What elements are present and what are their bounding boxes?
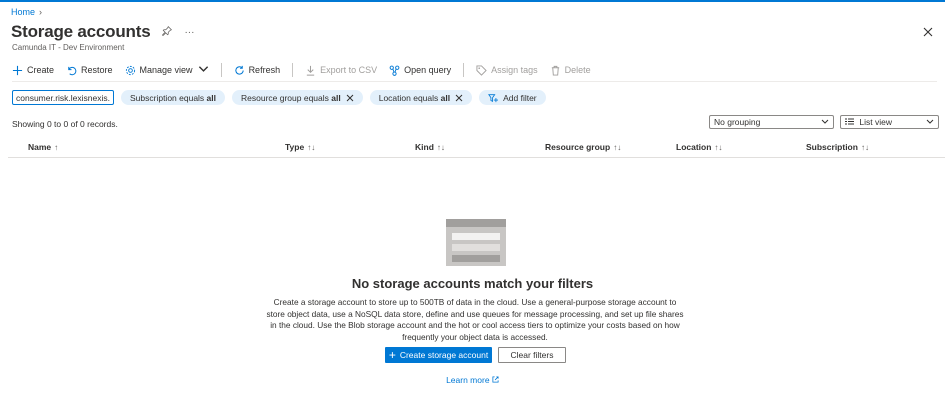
open-query-label: Open query bbox=[404, 65, 452, 75]
chevron-right-icon: › bbox=[39, 7, 43, 17]
restore-icon bbox=[68, 66, 77, 75]
add-filter-label: Add filter bbox=[503, 92, 537, 103]
manage-view-label: Manage view bbox=[139, 65, 193, 75]
title-row: Storage accounts ··· bbox=[11, 22, 194, 42]
page-subtitle: Camunda IT - Dev Environment bbox=[12, 43, 125, 52]
restore-label: Restore bbox=[81, 65, 113, 75]
column-header-resource-group[interactable]: Resource group ↑↓ bbox=[545, 142, 621, 152]
open-query-button[interactable]: Open query bbox=[389, 65, 451, 76]
export-csv-button[interactable]: Export to CSV bbox=[305, 65, 377, 76]
toolbar-divider bbox=[12, 81, 937, 82]
assign-tags-button[interactable]: Assign tags bbox=[476, 64, 538, 76]
plus-icon bbox=[12, 65, 23, 75]
filter-search-input[interactable] bbox=[12, 90, 114, 105]
create-button[interactable]: Create bbox=[12, 65, 54, 76]
refresh-label: Refresh bbox=[248, 65, 281, 75]
toolbar-separator bbox=[220, 63, 222, 77]
restore-button[interactable]: Restore bbox=[66, 65, 113, 76]
column-header-location[interactable]: Location ↑↓ bbox=[676, 142, 722, 152]
subscription-filter-pill[interactable]: Subscription equals all bbox=[121, 90, 225, 105]
clear-filters-button[interactable]: Clear filters bbox=[498, 347, 566, 363]
pill-label: Subscription equals all bbox=[130, 92, 216, 103]
more-icon[interactable]: ··· bbox=[184, 27, 194, 38]
learn-more-link[interactable]: Learn more bbox=[0, 375, 945, 385]
refresh-icon bbox=[234, 65, 244, 75]
column-header-subscription[interactable]: Subscription ↑↓ bbox=[806, 142, 869, 152]
top-accent-line bbox=[0, 0, 945, 2]
view-selected: List view bbox=[859, 117, 892, 127]
table-header: Name ↑ Type ↑↓ Kind ↑↓ Resource group ↑↓ Loc… bbox=[8, 140, 945, 158]
plus-icon: + bbox=[388, 348, 396, 362]
sort-icon: ↑↓ bbox=[613, 143, 622, 152]
list-icon bbox=[845, 118, 854, 125]
create-storage-account-button[interactable]: + Create storage account bbox=[385, 347, 492, 363]
delete-button[interactable]: Delete bbox=[550, 65, 591, 76]
chevron-down-icon bbox=[926, 119, 934, 124]
create-storage-account-label: Create storage account bbox=[399, 350, 489, 360]
empty-state-title: No storage accounts match your filters bbox=[351, 276, 594, 291]
toolbar-separator bbox=[463, 63, 465, 77]
toolbar-separator bbox=[292, 63, 294, 77]
learn-more-label: Learn more bbox=[446, 375, 490, 385]
empty-state-description: Create a storage account to store up to … bbox=[266, 297, 684, 342]
assign-tags-label: Assign tags bbox=[491, 65, 538, 75]
chevron-down-icon bbox=[821, 119, 829, 124]
sort-icon: ↑↓ bbox=[436, 143, 445, 152]
records-count: Showing 0 to 0 of 0 records. bbox=[12, 119, 118, 129]
query-icon bbox=[389, 65, 400, 76]
storage-empty-illustration bbox=[446, 219, 506, 266]
manage-view-button[interactable]: Manage view bbox=[125, 64, 209, 77]
close-icon[interactable] bbox=[346, 94, 354, 102]
export-csv-label: Export to CSV bbox=[320, 65, 378, 75]
column-header-kind[interactable]: Kind ↑↓ bbox=[415, 142, 445, 152]
sort-icon: ↑ bbox=[54, 143, 59, 152]
command-bar: Create Restore Manage view Refresh Expor… bbox=[12, 62, 603, 78]
create-label: Create bbox=[27, 65, 55, 75]
sort-icon: ↑↓ bbox=[307, 143, 316, 152]
pill-label: Location equals all bbox=[378, 92, 451, 103]
close-icon[interactable] bbox=[922, 26, 934, 38]
column-header-type[interactable]: Type ↑↓ bbox=[285, 142, 315, 152]
sort-icon: ↑↓ bbox=[860, 143, 869, 152]
refresh-button[interactable]: Refresh bbox=[234, 65, 281, 76]
filter-bar: Subscription equals all Resource group e… bbox=[12, 90, 546, 105]
grouping-dropdown[interactable]: No grouping bbox=[709, 115, 834, 129]
pill-label: Resource group equals all bbox=[241, 92, 341, 103]
tag-icon bbox=[476, 64, 487, 76]
view-dropdown[interactable]: List view bbox=[840, 115, 939, 129]
location-filter-pill[interactable]: Location equals all bbox=[369, 90, 473, 105]
page-title: Storage accounts bbox=[11, 22, 151, 41]
breadcrumb-home[interactable]: Home bbox=[11, 7, 35, 17]
sort-icon: ↑↓ bbox=[714, 143, 723, 152]
gear-icon bbox=[125, 65, 135, 75]
external-link-icon bbox=[492, 376, 499, 383]
resource-group-filter-pill[interactable]: Resource group equals all bbox=[232, 90, 363, 105]
trash-icon bbox=[551, 65, 559, 76]
grouping-selected: No grouping bbox=[714, 117, 761, 127]
add-filter-button[interactable]: Add filter bbox=[479, 90, 546, 105]
delete-label: Delete bbox=[564, 65, 591, 75]
column-header-name[interactable]: Name ↑ bbox=[28, 142, 58, 152]
download-icon bbox=[306, 65, 315, 76]
view-selected-wrap: List view bbox=[845, 117, 892, 127]
chevron-down-icon bbox=[198, 64, 209, 77]
breadcrumb: Home › bbox=[11, 7, 42, 17]
pin-icon[interactable] bbox=[162, 25, 173, 39]
close-icon[interactable] bbox=[455, 94, 463, 102]
add-filter-icon bbox=[488, 93, 499, 102]
